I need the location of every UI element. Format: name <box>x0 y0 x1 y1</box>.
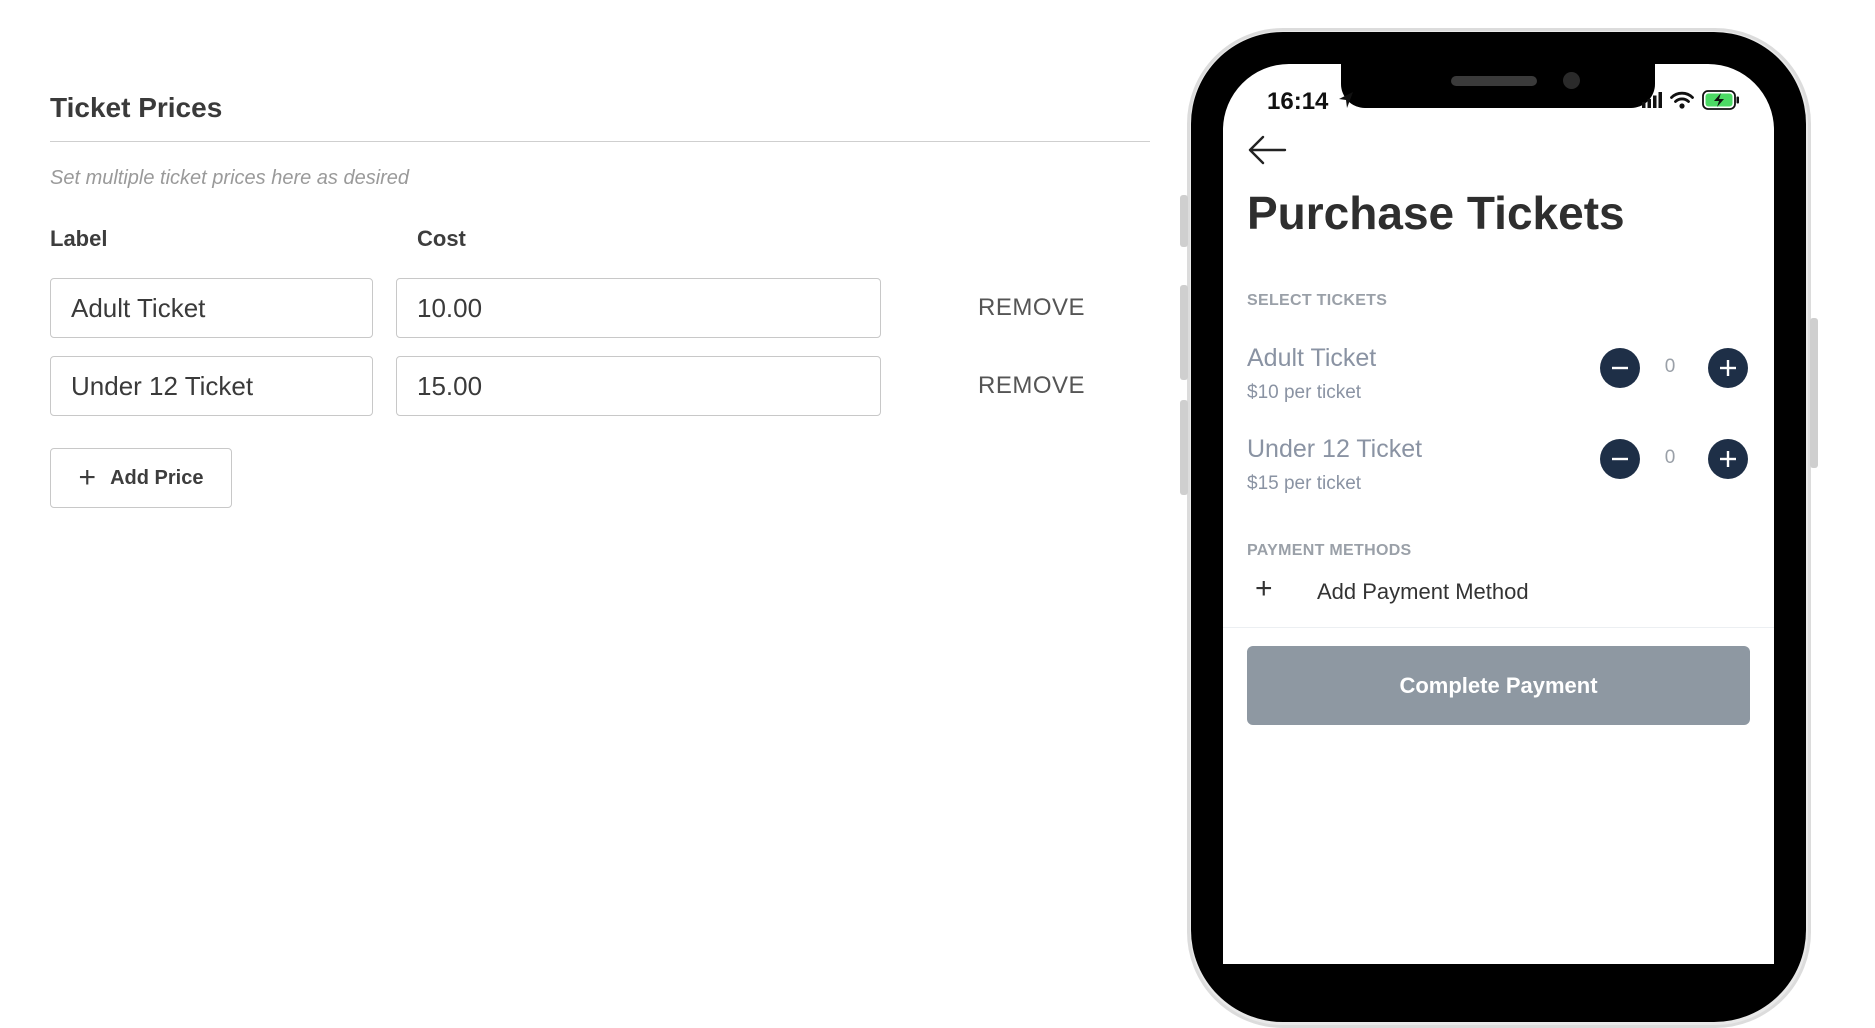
increment-button[interactable] <box>1708 348 1748 388</box>
section-divider <box>50 141 1150 142</box>
section-divider <box>1223 627 1774 628</box>
ticket-name: Under 12 Ticket <box>1247 435 1423 463</box>
decrement-button[interactable] <box>1600 439 1640 479</box>
select-tickets-label: SELECT TICKETS <box>1247 292 1388 309</box>
plus-icon: + <box>1255 572 1273 605</box>
location-arrow-icon <box>1338 91 1354 114</box>
section-title: Ticket Prices <box>50 92 223 123</box>
add-price-button[interactable]: + Add Price <box>50 448 232 508</box>
minus-icon <box>1612 457 1628 461</box>
label-column-header: Label <box>50 226 108 251</box>
ticket-quantity: 0 <box>1664 447 1676 468</box>
front-camera <box>1563 72 1580 89</box>
minus-icon <box>1612 366 1628 370</box>
status-icons <box>1642 90 1740 115</box>
ticket-item: Under 12 Ticket $15 per ticket 0 <box>1247 435 1752 505</box>
wifi-icon <box>1670 91 1694 114</box>
ticket-label-input[interactable] <box>50 356 373 416</box>
price-row: REMOVE <box>50 356 1150 418</box>
payment-methods-label: PAYMENT METHODS <box>1247 542 1412 559</box>
add-payment-method-button[interactable]: + Add Payment Method <box>1247 574 1752 614</box>
signal-icon <box>1642 92 1662 113</box>
section-help-text: Set multiple ticket prices here as desir… <box>50 167 410 189</box>
phone-screen: 16:14 Purchase Tickets SELECT TICKETS Ad… <box>1223 64 1774 964</box>
add-price-label: Add Price <box>110 466 204 489</box>
complete-payment-button[interactable]: Complete Payment <box>1247 646 1750 725</box>
plus-icon: + <box>78 461 97 494</box>
back-arrow-icon[interactable] <box>1247 134 1287 171</box>
status-time: 16:14 <box>1267 88 1329 115</box>
ticket-price: $10 per ticket <box>1247 382 1362 403</box>
ticket-name: Adult Ticket <box>1247 344 1377 372</box>
decrement-button[interactable] <box>1600 348 1640 388</box>
add-payment-method-label: Add Payment Method <box>1317 579 1529 604</box>
phone-power-button <box>1810 318 1818 468</box>
ticket-cost-input[interactable] <box>396 356 881 416</box>
cost-column-header: Cost <box>417 226 466 251</box>
ticket-price: $15 per ticket <box>1247 473 1362 494</box>
phone-volume-down <box>1180 400 1188 495</box>
remove-price-button[interactable]: REMOVE <box>978 294 1085 322</box>
ticket-cost-input[interactable] <box>396 278 881 338</box>
plus-icon <box>1720 360 1736 376</box>
ticket-quantity: 0 <box>1664 356 1676 377</box>
speaker-grille <box>1451 76 1537 86</box>
ticket-label-input[interactable] <box>50 278 373 338</box>
price-row: REMOVE <box>50 278 1150 340</box>
remove-price-button[interactable]: REMOVE <box>978 372 1085 400</box>
increment-button[interactable] <box>1708 439 1748 479</box>
phone-notch <box>1341 64 1655 108</box>
phone-volume-up <box>1180 285 1188 380</box>
battery-charging-icon <box>1702 90 1740 115</box>
ticket-prices-editor: Ticket Prices Set multiple ticket prices… <box>50 0 1150 938</box>
page-title: Purchase Tickets <box>1247 187 1625 239</box>
ticket-item: Adult Ticket $10 per ticket 0 <box>1247 344 1752 414</box>
phone-mute-switch <box>1180 195 1188 247</box>
plus-icon <box>1720 451 1736 467</box>
